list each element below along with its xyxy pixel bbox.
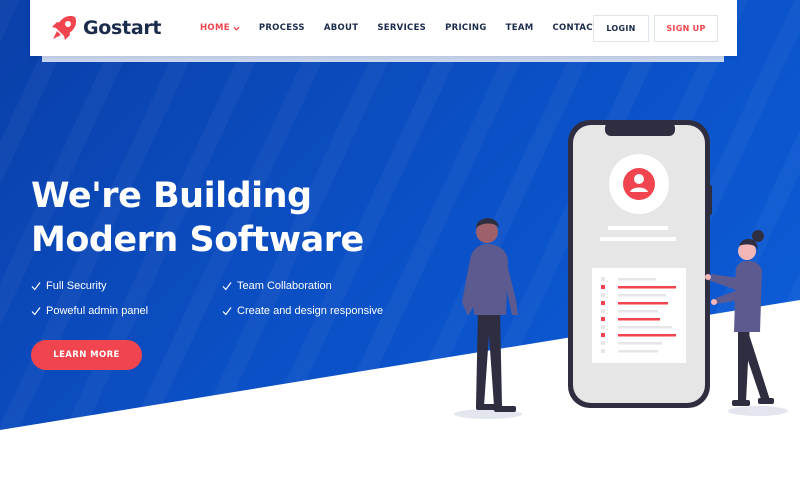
check-icon <box>31 307 41 316</box>
nav-item-pricing[interactable]: PRICING <box>445 23 487 33</box>
nav-item-label: PRICING <box>445 23 487 33</box>
signup-button[interactable]: SIGN UP <box>654 15 718 42</box>
nav-item-team[interactable]: TEAM <box>506 23 534 33</box>
login-button[interactable]: LOGIN <box>593 15 649 42</box>
nav-item-process[interactable]: PROCESS <box>259 23 305 33</box>
hero-headline: We're Building Modern Software <box>31 174 431 262</box>
ground-shadow <box>728 406 788 416</box>
rocket-icon <box>52 16 76 40</box>
brand-logo[interactable]: Gostart <box>48 12 162 44</box>
navbar: Gostart HOME PROCESS ABOUT SERVICES PRIC… <box>30 0 737 56</box>
brand-name: Gostart <box>83 17 162 39</box>
nav-item-services[interactable]: SERVICES <box>377 23 426 33</box>
nav-item-label: PROCESS <box>258 23 305 33</box>
check-icon <box>222 282 232 291</box>
navbar-underlay <box>42 56 724 62</box>
feature-item: Poweful admin panel <box>31 305 148 317</box>
headline-line-2: Modern Software <box>31 220 364 260</box>
feature-label: Create and design responsive <box>237 305 384 317</box>
woman-figure <box>705 230 774 406</box>
nav-item-about[interactable]: ABOUT <box>324 23 358 33</box>
nav-item-label: HOME <box>200 23 230 33</box>
phone-mockup <box>568 120 712 408</box>
nav-item-contact[interactable]: CONTACT <box>552 23 598 33</box>
man-figure <box>462 218 518 412</box>
feature-label: Team Collaboration <box>237 280 332 292</box>
nav-item-label: SERVICES <box>377 23 427 33</box>
feature-item: Team Collaboration <box>222 280 332 292</box>
user-profile-icon <box>623 168 655 200</box>
feature-item: Full Security <box>31 280 107 292</box>
nav-item-label: CONTACT <box>552 23 599 33</box>
main-nav: HOME PROCESS ABOUT SERVICES PRICING TEAM… <box>200 0 618 56</box>
feature-item: Create and design responsive <box>222 305 383 317</box>
hero-illustration <box>454 120 788 419</box>
nav-item-label: TEAM <box>505 23 534 33</box>
check-icon <box>31 282 41 291</box>
feature-label: Full Security <box>46 280 107 292</box>
nav-item-label: ABOUT <box>323 23 359 33</box>
chevron-down-icon <box>233 26 240 31</box>
check-icon <box>222 307 232 316</box>
learn-more-button[interactable]: LEARN MORE <box>31 340 142 370</box>
headline-line-1: We're Building <box>31 176 312 216</box>
nav-item-home[interactable]: HOME <box>200 23 240 33</box>
feature-label: Poweful admin panel <box>46 305 149 317</box>
